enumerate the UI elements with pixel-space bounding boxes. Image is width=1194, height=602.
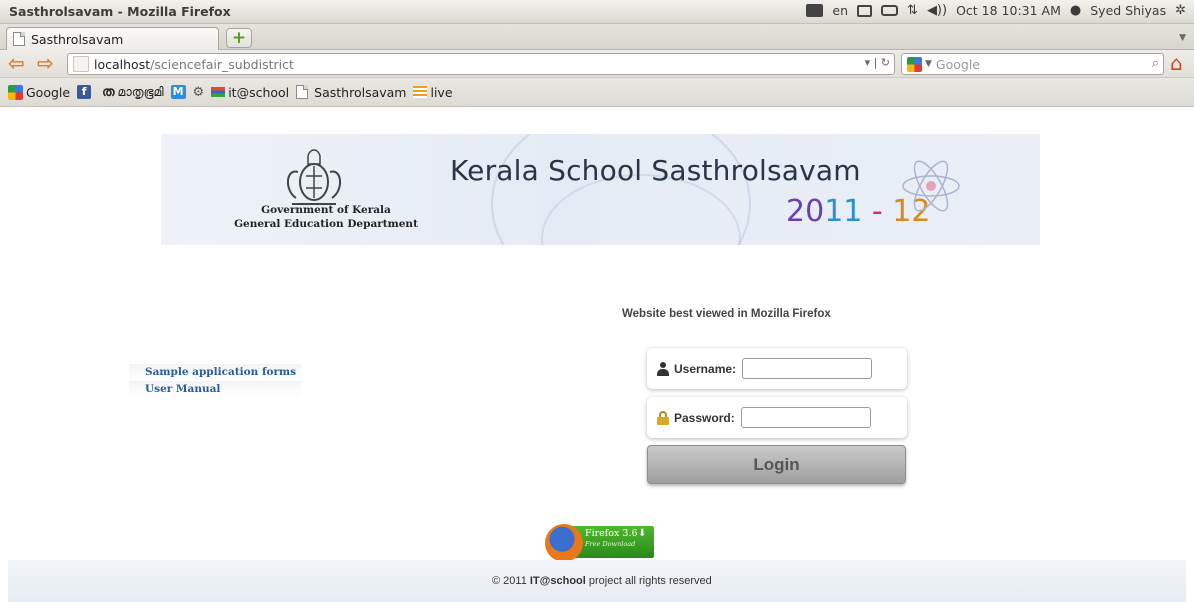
bookmark-google[interactable]: Google: [8, 84, 70, 100]
navigation-bar: ⇦ ⇨ localhost/sciencefair_subdistrict ▾ …: [0, 50, 1194, 78]
tab-sasthrolsavam[interactable]: Sasthrolsavam: [6, 27, 219, 50]
search-engine-dropdown-icon[interactable]: ▼: [925, 59, 932, 69]
settings-icon[interactable]: ✲: [1175, 4, 1186, 17]
site-banner: Government of Kerala General Education D…: [161, 134, 1040, 245]
battery-icon[interactable]: [881, 5, 899, 16]
year-part-11: 11: [824, 194, 863, 229]
link-sample-application-forms[interactable]: Sample application forms: [129, 364, 301, 381]
year-part-dash: -: [862, 194, 893, 229]
kerala-emblem-icon: [287, 149, 341, 205]
network-icon[interactable]: ⇅: [907, 4, 918, 17]
lock-icon: [657, 410, 669, 425]
banner-title: Kerala School Sasthrolsavam: [450, 154, 861, 187]
page-icon: [13, 32, 25, 46]
bookmarks-bar: Google f ത മാതൃഭൂമി M ⚙ it@school Sasthr…: [0, 78, 1194, 107]
url-host: localhost: [94, 56, 151, 72]
firefox-badge-subtitle: Free Download: [585, 540, 636, 548]
username-input[interactable]: [742, 358, 872, 379]
system-tray: en ⇅ ◀)) Oct 18 10:31 AM ● Syed Shiyas ✲: [806, 3, 1186, 18]
best-viewed-note: Website best viewed in Mozilla Firefox: [622, 308, 831, 320]
firefox-badge-title: Firefox 3.6: [585, 528, 638, 539]
password-row: Password:: [647, 397, 907, 438]
footer-brand: IT@school: [529, 575, 586, 587]
bookmark-itschool[interactable]: it@school: [211, 85, 289, 100]
mail-icon[interactable]: [857, 4, 873, 17]
tab-label: Sasthrolsavam: [31, 31, 124, 47]
bookmark-live[interactable]: live: [413, 85, 453, 100]
password-label: Password:: [657, 410, 735, 425]
username-label: Username:: [657, 361, 736, 376]
page-footer: © 2011 IT@school project all rights rese…: [8, 560, 1186, 602]
forward-arrow-icon[interactable]: ⇨: [37, 53, 54, 73]
gmail-icon: M: [170, 85, 186, 99]
tab-strip: Sasthrolsavam + ▼: [0, 24, 1194, 50]
live-icon: [413, 86, 428, 98]
year-part-20: 20: [786, 194, 825, 229]
new-tab-button[interactable]: +: [226, 28, 252, 48]
gov-line-1: Government of Kerala: [261, 204, 391, 216]
bookmark-facebook[interactable]: f: [77, 85, 95, 99]
login-button[interactable]: Login: [647, 445, 906, 484]
user-icon: ●: [1069, 3, 1082, 18]
atom-icon: [902, 160, 960, 212]
username-row: Username:: [647, 348, 907, 389]
bookmark-sasthrolsavam[interactable]: Sasthrolsavam: [296, 85, 406, 100]
search-icon[interactable]: ⌕: [1152, 56, 1159, 71]
google-search-engine-icon[interactable]: [907, 56, 922, 72]
user-icon: [657, 361, 669, 376]
keyboard-icon[interactable]: [806, 4, 824, 17]
side-links: Sample application forms User Manual: [129, 364, 301, 398]
page-icon: [296, 85, 309, 99]
gear-icon: ⚙: [192, 84, 205, 100]
reload-icon[interactable]: ▾ | ↻: [865, 56, 890, 69]
site-identity-icon[interactable]: [73, 56, 89, 72]
itschool-icon: [211, 87, 226, 97]
url-bar[interactable]: localhost/sciencefair_subdistrict ▾ | ↻: [67, 53, 895, 75]
bookmark-settings[interactable]: ⚙: [193, 85, 205, 100]
mathrubhumi-icon: ത: [102, 84, 115, 100]
firefox-download-badge[interactable]: Firefox 3.6 Free Download ⬇: [545, 524, 655, 562]
clock[interactable]: Oct 18 10:31 AM: [956, 3, 1061, 18]
password-input[interactable]: [741, 407, 871, 428]
gov-line-2: General Education Department: [234, 218, 418, 230]
footer-text: © 2011 IT@school project all rights rese…: [492, 575, 712, 587]
bookmark-mathrubhumi[interactable]: ത മാതൃഭൂമി: [102, 84, 163, 100]
home-icon[interactable]: ⌂: [1170, 53, 1183, 73]
google-icon: [8, 84, 23, 100]
facebook-icon: f: [77, 85, 92, 99]
download-arrow-icon: ⬇: [638, 528, 647, 539]
bookmark-gmail[interactable]: M: [170, 85, 186, 99]
window-titlebar: Sasthrolsavam - Mozilla Firefox en ⇅ ◀))…: [0, 0, 1194, 24]
back-arrow-icon[interactable]: ⇦: [8, 53, 25, 73]
volume-icon[interactable]: ◀)): [927, 4, 947, 17]
firefox-logo-icon: [545, 524, 583, 562]
link-user-manual[interactable]: User Manual: [129, 381, 301, 398]
window-title: Sasthrolsavam - Mozilla Firefox: [9, 4, 231, 19]
url-path: /sciencefair_subdistrict: [150, 56, 294, 72]
tab-list-dropdown-icon[interactable]: ▼: [1179, 33, 1186, 43]
search-bar[interactable]: ▼ Google ⌕: [901, 53, 1164, 75]
keyboard-layout[interactable]: en: [832, 3, 848, 18]
search-placeholder: Google: [935, 56, 981, 72]
user-name[interactable]: Syed Shiyas: [1090, 3, 1166, 18]
